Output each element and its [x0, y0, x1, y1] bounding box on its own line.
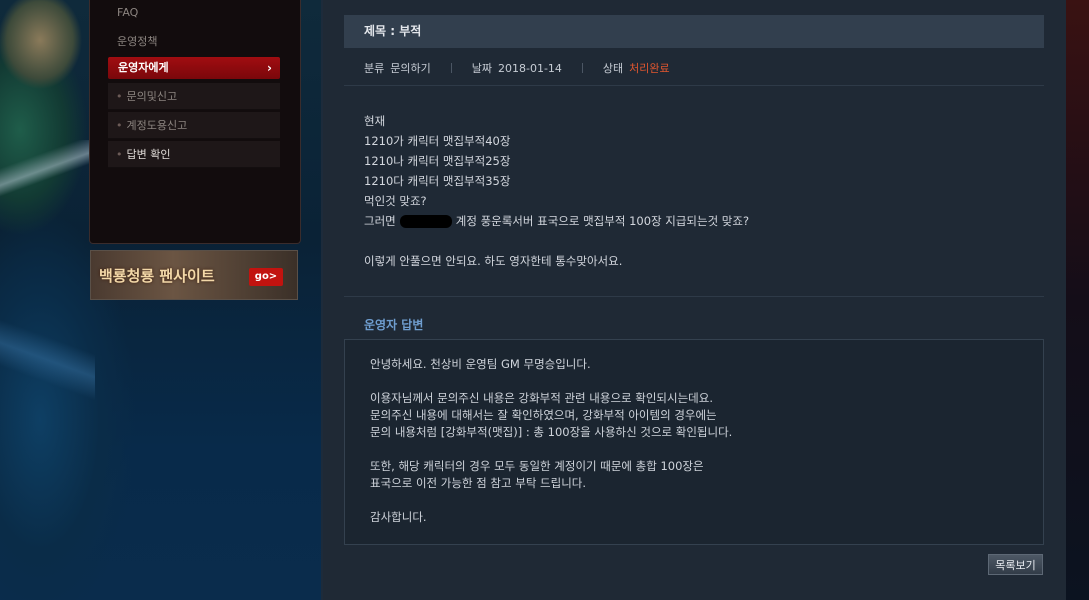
fansite-banner[interactable]: 백룡청룡 팬사이트 go> [90, 250, 298, 300]
redaction-mark [399, 215, 452, 228]
date-label: 날짜 [471, 62, 492, 75]
answer-body: 안녕하세요. 천상비 운영팀 GM 무명승입니다. 이용자님께서 문의주신 내용… [370, 356, 732, 526]
sidebar-item-faq[interactable]: FAQ [117, 6, 138, 19]
sidebar-menu: FAQ 운영정책 운영자에게 › • 문의및신고 • 계정도용신고 • 답변 확인 [89, 0, 301, 244]
answer-line: 감사합니다. [370, 510, 427, 524]
answer-spacer [370, 441, 732, 458]
sidebar-subitem-account-theft[interactable]: • 계정도용신고 [108, 112, 280, 139]
status-label: 상태 [602, 62, 624, 75]
sidebar-item-label: FAQ [117, 6, 139, 19]
answer-section-title: 운영자 답변 [364, 318, 424, 332]
post-body: 현재 1210가 캐릭터 맷집부적40장 1210나 캐릭터 맷집부적25장 1… [364, 111, 749, 271]
answer-spacer [370, 373, 732, 390]
body-line: 1210가 캐릭터 맷집부적40장 [364, 134, 511, 148]
category-label: 분류 [364, 62, 385, 75]
sidebar-item-policy[interactable]: 운영정책 [117, 33, 157, 49]
sidebar-subitem-check-answer[interactable]: • 답변 확인 [108, 141, 280, 168]
sidebar-item-label: 운영정책 [117, 35, 158, 48]
sidebar-item-label: 계정도용신고 [126, 119, 188, 132]
main-content: 제목 : 부적 분류 문의하기 날짜 2018-01-14 상태 처리완료 현재… [323, 0, 1066, 600]
right-background-art [1066, 0, 1089, 600]
bullet-icon: • [116, 119, 123, 132]
meta-separator [450, 63, 452, 73]
chevron-right-icon: › [267, 61, 272, 75]
body-line: 1210나 캐릭터 맷집부적25장 [364, 154, 511, 168]
sidebar-item-label: 답변 확인 [126, 148, 171, 161]
bullet-icon: • [116, 90, 123, 103]
bullet-icon: • [116, 148, 123, 161]
answer-spacer [370, 492, 732, 509]
answer-line: 안녕하세요. 천상비 운영팀 GM 무명승입니다. [370, 357, 591, 371]
answer-box: 안녕하세요. 천상비 운영팀 GM 무명승입니다. 이용자님께서 문의주신 내용… [344, 339, 1044, 545]
sidebar-item-label: 문의및신고 [126, 90, 178, 103]
body-line: 현재 [364, 114, 386, 128]
artwork-blade-highlight [0, 140, 95, 200]
post-title: 제목 : 부적 [344, 15, 1044, 48]
body-line: 그러면 계정 풍운록서버 표국으로 맷집부적 100장 지급되는것 맞죠? [364, 211, 749, 231]
answer-line: 표국으로 이전 가능한 점 참고 부탁 드립니다. [370, 476, 587, 490]
divider [344, 85, 1044, 86]
post-meta: 분류 문의하기 날짜 2018-01-14 상태 처리완료 [364, 60, 670, 76]
list-button[interactable]: 목록보기 [988, 554, 1043, 575]
body-line: 먹인것 맞죠? [364, 194, 427, 208]
body-line: 이렇게 안풀으면 안되요. 하도 영자한테 통수맞아서요. [364, 254, 623, 268]
divider [344, 296, 1044, 297]
sidebar-item-to-operator[interactable]: 운영자에게 › [108, 57, 280, 79]
answer-line: 문의주신 내용에 대해서는 잘 확인하였으며, 강화부적 아이템의 경우에는 [370, 408, 717, 422]
date-value: 2018-01-14 [497, 61, 562, 75]
sidebar-item-label: 운영자에게 [118, 61, 169, 74]
artwork-glow [0, 300, 95, 420]
meta-separator [581, 63, 583, 73]
banner-go-button[interactable]: go> [249, 268, 283, 286]
answer-line: 이용자님께서 문의주신 내용은 강화부적 관련 내용으로 확인되시는데요. [370, 391, 713, 405]
answer-line: 문의 내용처럼 [강화부적(맷집)] : 총 100장을 사용하신 것으로 확인… [370, 425, 733, 439]
status-badge: 처리완료 [629, 62, 670, 75]
answer-line: 또한, 해당 캐릭터의 경우 모두 동일한 계정이기 때문에 총합 100장은 [370, 459, 704, 473]
body-line-pre: 그러면 [364, 214, 396, 228]
body-line-post: 계정 풍운록서버 표국으로 맷집부적 100장 지급되는것 맞죠? [455, 214, 750, 228]
category-value: 문의하기 [390, 62, 431, 75]
body-line: 1210다 캐릭터 맷집부적35장 [364, 174, 511, 188]
banner-title: 백룡청룡 팬사이트 [99, 267, 215, 285]
sidebar-subitem-inquiry-report[interactable]: • 문의및신고 [108, 83, 280, 110]
